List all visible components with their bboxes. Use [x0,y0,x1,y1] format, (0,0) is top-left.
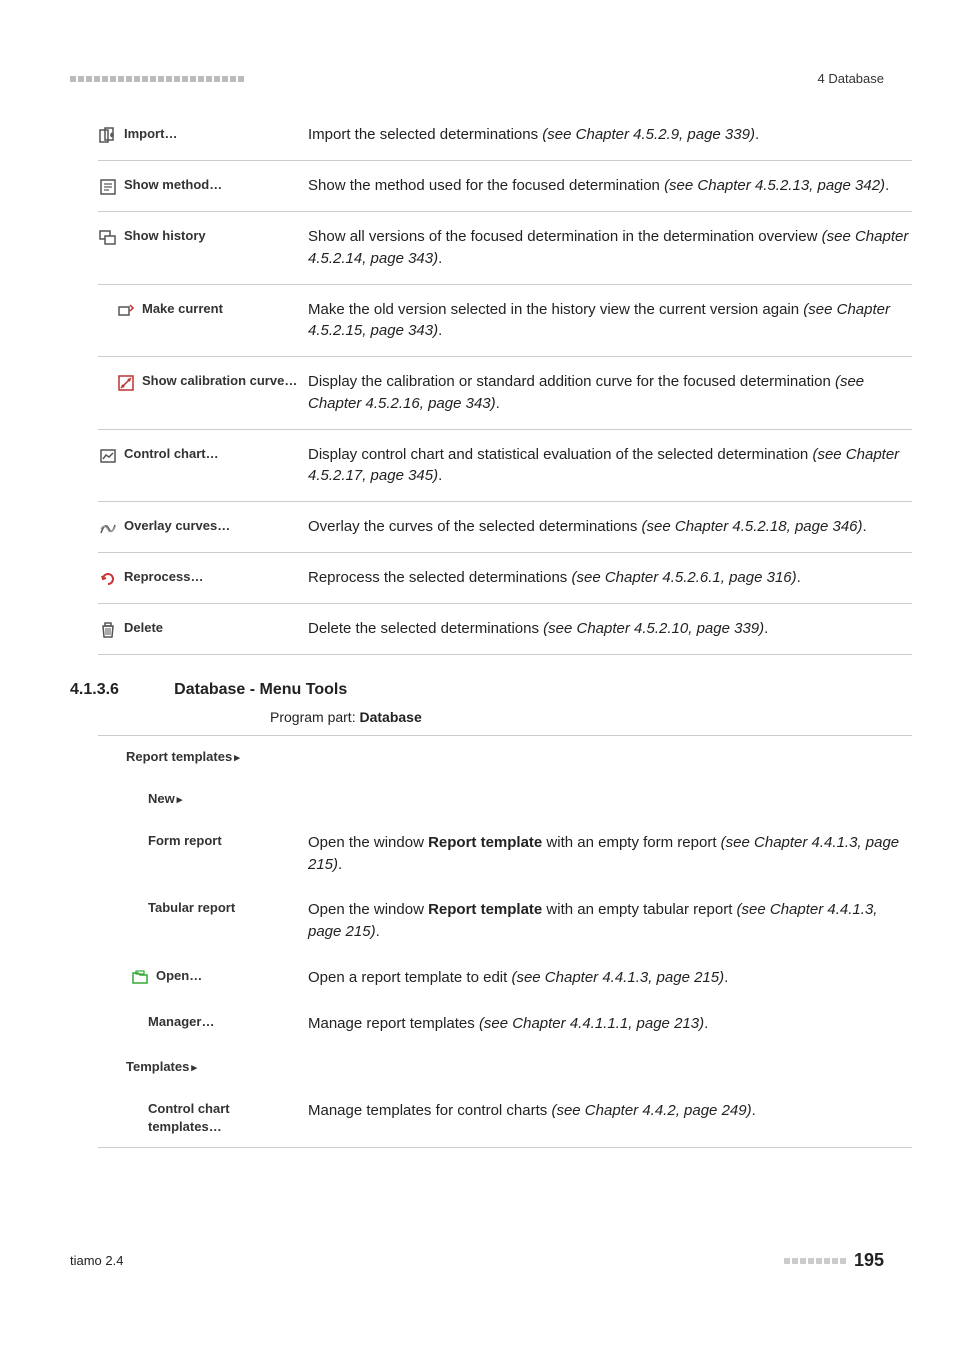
menu-row-show-history: Show history Show all versions of the fo… [98,212,912,285]
menu-desc [308,748,912,766]
menu-desc: Delete the selected determinations (see … [308,618,912,640]
menu-label: New▸ [148,790,182,808]
menu-label: Report templates▸ [126,748,240,766]
menu-row-templates: Templates▸ [98,1046,912,1088]
delete-icon [98,620,118,640]
menu-row-import: Import… Import the selected determinatio… [98,116,912,161]
menu-label: Templates▸ [126,1058,197,1076]
menu-desc [308,1058,912,1076]
make-current-icon [116,301,136,321]
tools-menu-table: Report templates▸ New▸ Form report Open … [98,735,912,1148]
menu-label: Make current [142,301,223,318]
menu-label: Form report [148,832,222,850]
menu-desc: Reprocess the selected determinations (s… [308,567,912,589]
page-number: 195 [854,1248,884,1273]
overlay-curves-icon [98,518,118,538]
menu-label: Delete [124,620,163,637]
menu-label: Show calibration curve… [142,373,297,390]
product-name: tiamo 2.4 [70,1252,123,1270]
menu-row-form-report: Form report Open the window Report templ… [98,820,912,888]
menu-desc: Show all versions of the focused determi… [308,226,912,270]
menu-desc: Open the window Report template with an … [308,899,912,943]
menu-row-open: Open… Open a report template to edit (se… [98,955,912,1001]
menu-row-show-calibration-curve: Show calibration curve… Display the cali… [98,357,912,430]
section-title: Database - Menu Tools [174,681,347,698]
menu-row-reprocess: Reprocess… Reprocess the selected determ… [98,553,912,604]
menu-row-report-templates: Report templates▸ [98,736,912,778]
menu-label: Show method… [124,177,222,194]
menu-row-control-chart: Control chart… Display control chart and… [98,430,912,503]
menu-row-new: New▸ [98,778,912,820]
menu-row-tabular-report: Tabular report Open the window Report te… [98,887,912,955]
program-part-line: Program part: Database [270,708,884,728]
page-header: 4 Database [70,70,884,88]
section-heading: 4.1.3.6 Database - Menu Tools [70,679,884,701]
menu-label: Reprocess… [124,569,203,586]
method-icon [98,177,118,197]
menu-label: Overlay curves… [124,518,230,535]
menu-row-show-method: Show method… Show the method used for th… [98,161,912,212]
menu-row-manager: Manager… Manage report templates (see Ch… [98,1001,912,1047]
menu-desc: Show the method used for the focused det… [308,175,912,197]
menu-row-make-current: Make current Make the old version select… [98,285,912,358]
menu-label: Control chart templates… [148,1100,298,1135]
control-chart-icon [98,446,118,466]
menu-desc: Display control chart and statistical ev… [308,444,912,488]
chapter-label: 4 Database [818,70,885,88]
open-icon [130,967,150,987]
section-number: 4.1.3.6 [70,679,170,701]
footer-dots [784,1258,846,1264]
menu-desc: Open the window Report template with an … [308,832,912,876]
page-footer: tiamo 2.4 195 [70,1248,884,1273]
menu-desc: Open a report template to edit (see Chap… [308,967,912,989]
menu-row-overlay-curves: Overlay curves… Overlay the curves of th… [98,502,912,553]
header-dots-left [70,76,244,82]
menu-row-control-chart-templates: Control chart templates… Manage template… [98,1088,912,1148]
menu-desc: Make the old version selected in the his… [308,299,912,343]
menu-desc: Manage report templates (see Chapter 4.4… [308,1013,912,1035]
menu-desc: Overlay the curves of the selected deter… [308,516,912,538]
history-icon [98,228,118,248]
menu-label: Import… [124,126,177,143]
menu-label: Control chart… [124,446,219,463]
import-icon [98,126,118,146]
menu-desc: Display the calibration or standard addi… [308,371,912,415]
menu-desc [308,790,912,808]
menu-desc: Import the selected determinations (see … [308,124,912,146]
menu-label: Tabular report [148,899,235,917]
reprocess-icon [98,569,118,589]
menu-label: Open… [156,967,202,985]
menu-label: Show history [124,228,206,245]
menu-desc: Manage templates for control charts (see… [308,1100,912,1135]
calibration-icon [116,373,136,393]
menu-label: Manager… [148,1013,214,1031]
menu-items-table: Import… Import the selected determinatio… [98,116,912,655]
menu-row-delete: Delete Delete the selected determination… [98,604,912,655]
